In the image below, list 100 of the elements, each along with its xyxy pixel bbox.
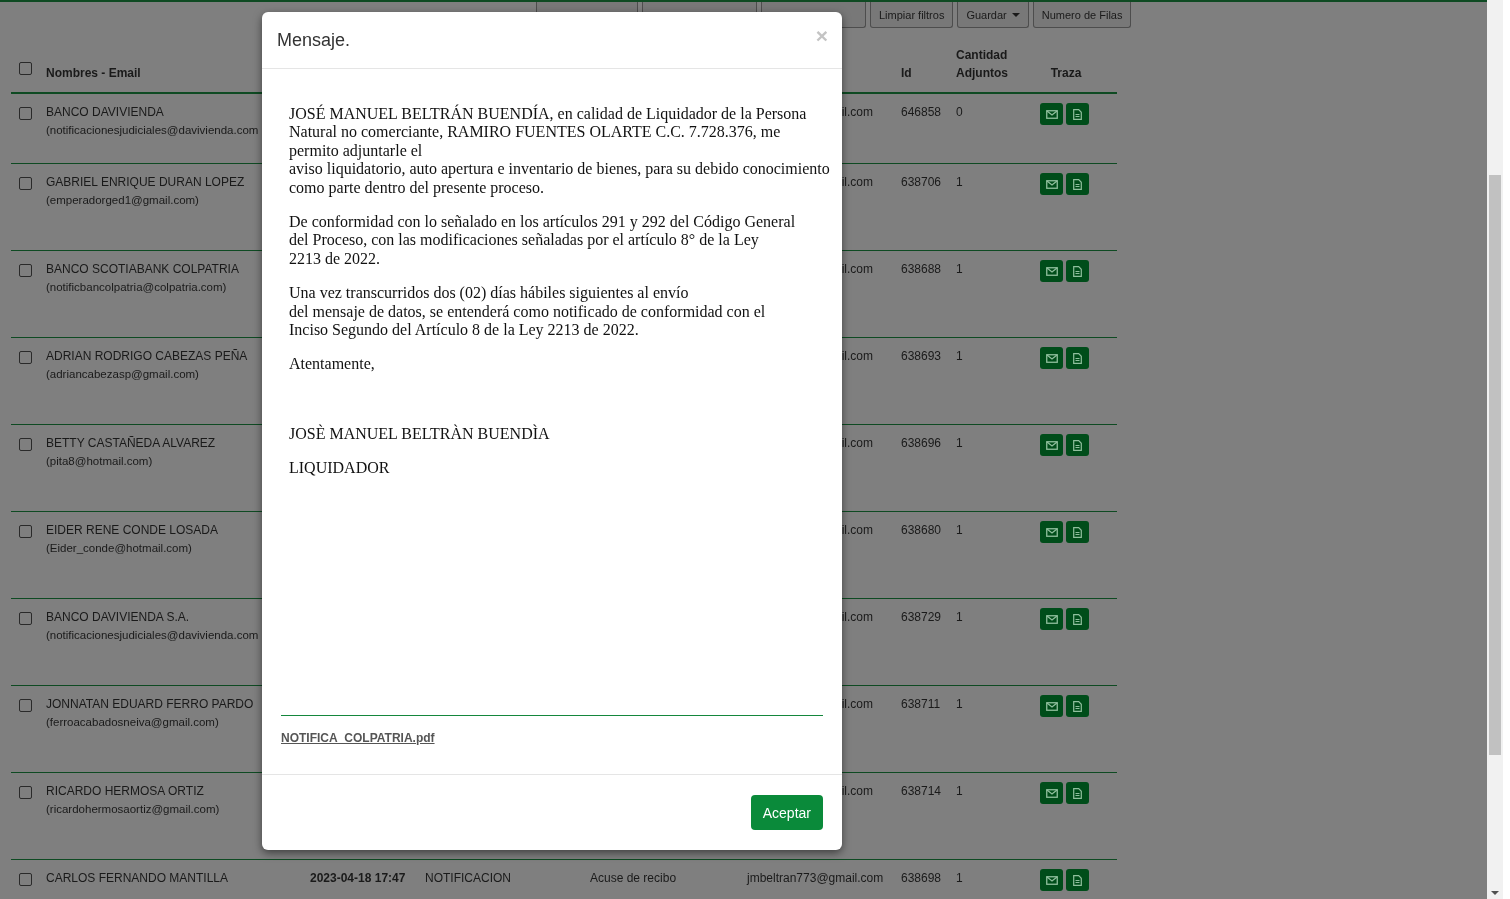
recipient-email: (pita8@hotmail.com)	[46, 455, 153, 467]
status-text: Acuse de recibo	[590, 871, 677, 885]
recipient-email: (notificbancolpatria@colpatria.com)	[46, 281, 227, 293]
checkbox[interactable]	[19, 612, 32, 625]
sender-email: il.com	[841, 784, 873, 798]
id-text: 638680	[901, 523, 942, 537]
recipient-name: CARLOS FERNANDO MANTILLA	[46, 871, 229, 885]
envelope-icon	[1045, 527, 1058, 537]
attachment-count: 1	[956, 523, 963, 537]
envelope-icon	[1045, 440, 1058, 450]
checkbox[interactable]	[19, 62, 32, 75]
envelope-icon	[1045, 266, 1058, 276]
checkbox[interactable]	[19, 438, 32, 451]
id-text: 638714	[901, 784, 942, 798]
document-icon	[1073, 526, 1082, 538]
id-text: 638706	[901, 175, 942, 189]
checkbox[interactable]	[19, 177, 32, 190]
document-trace-button[interactable]	[1066, 695, 1089, 717]
id-text: 638729	[901, 610, 942, 624]
document-trace-button[interactable]	[1066, 782, 1089, 804]
document-trace-button[interactable]	[1066, 260, 1089, 282]
column-header[interactable]: Cantidad Adjuntos	[950, 46, 1015, 92]
scroll-down-icon[interactable]	[1491, 891, 1499, 895]
sender-email: il.com	[841, 175, 873, 189]
document-icon	[1073, 787, 1082, 799]
id-text: 638696	[901, 436, 942, 450]
envelope-icon	[1045, 788, 1058, 798]
sender-email: il.com	[841, 610, 873, 624]
document-icon	[1073, 700, 1082, 712]
checkbox[interactable]	[19, 351, 32, 364]
sender-email: il.com	[841, 105, 873, 119]
accept-button[interactable]: Aceptar	[750, 795, 823, 830]
email-trace-button[interactable]	[1040, 103, 1063, 125]
column-header[interactable]: Traza	[1015, 66, 1117, 92]
dropdown-button[interactable]: Guardar	[957, 2, 1029, 28]
sender-email: il.com	[841, 262, 873, 276]
checkbox[interactable]	[19, 873, 32, 886]
toolbar-button[interactable]: Numero de Filas	[1032, 2, 1132, 28]
document-icon	[1073, 265, 1082, 277]
email-trace-button[interactable]	[1040, 608, 1063, 630]
message-paragraph: JOSÉ MANUEL BELTRÁN BUENDÍA, en calidad de Liquidador de la Persona Natural no comerciante, RAMIRO FUENTES OLARTE C.C. 7.728.376, me permito adjuntarle el aviso liquidatorio, auto apertura e inventario de bienes, para su debido conocimiento como parte dentro del presente proceso.	[289, 105, 831, 198]
recipient-name: BANCO DAVIVIENDA	[46, 105, 164, 119]
email-trace-button[interactable]	[1040, 695, 1063, 717]
sender-email: il.com	[841, 523, 873, 537]
sender-email: il.com	[841, 349, 873, 363]
envelope-icon	[1045, 109, 1058, 119]
sender-email: il.com	[841, 436, 873, 450]
envelope-icon	[1045, 875, 1058, 885]
recipient-email: (Eider_conde@hotmail.com)	[46, 542, 192, 554]
attachment-count: 1	[956, 784, 963, 798]
id-text: 646858	[901, 105, 942, 119]
attachment-count: 1	[956, 349, 963, 363]
column-header[interactable]: Nombres - Email	[46, 66, 141, 80]
document-trace-button[interactable]	[1066, 608, 1089, 630]
message-paragraph: Una vez transcurridos dos (02) días hábiles siguientes al envío del mensaje de datos, se entenderá como notificado de conformidad con el Inciso Segundo del Artículo 8 de la Ley 2213 de 2022.	[289, 284, 767, 340]
recipient-email: (adriancabezasp@gmail.com)	[46, 368, 199, 380]
checkbox[interactable]	[19, 264, 32, 277]
checkbox[interactable]	[19, 525, 32, 538]
email-trace-button[interactable]	[1040, 521, 1063, 543]
attachment-count: 1	[956, 871, 963, 885]
document-trace-button[interactable]	[1066, 434, 1089, 456]
attachment-count: 1	[956, 175, 963, 189]
caret-icon	[1011, 12, 1020, 17]
column-header[interactable]: Id	[895, 66, 950, 92]
recipient-email: (emperadorged1@gmail.com)	[46, 194, 199, 206]
document-trace-button[interactable]	[1066, 521, 1089, 543]
document-icon	[1073, 874, 1082, 886]
email-trace-button[interactable]	[1040, 173, 1063, 195]
checkbox[interactable]	[19, 107, 32, 120]
document-trace-button[interactable]	[1066, 103, 1089, 125]
document-trace-button[interactable]	[1066, 869, 1089, 891]
email-trace-button[interactable]	[1040, 782, 1063, 804]
message-paragraph: Atentamente,	[289, 355, 376, 374]
attachment-link[interactable]: NOTIFICA_COLPATRIA.pdf	[281, 731, 435, 745]
checkbox[interactable]	[19, 699, 32, 712]
envelope-icon	[1045, 353, 1058, 363]
recipient-name: JONNATAN EDUARD FERRO PARDO	[46, 697, 254, 711]
attachment-count: 1	[956, 610, 963, 624]
modal-title: Mensaje.	[277, 29, 351, 51]
checkbox[interactable]	[19, 786, 32, 799]
scrollbar-thumb[interactable]	[1489, 175, 1501, 755]
message-paragraph: De conformidad con lo señalado en los artículos 291 y 292 del Código General del Proceso, con las modificaciones señaladas por el artículo 8° de la Ley 2213 de 2022.	[289, 213, 797, 269]
document-trace-button[interactable]	[1066, 173, 1089, 195]
recipient-email: (ricardohermosaortiz@gmail.com)	[46, 803, 220, 815]
attachment-count: 0	[956, 105, 963, 119]
email-trace-button[interactable]	[1040, 260, 1063, 282]
email-trace-button[interactable]	[1040, 434, 1063, 456]
recipient-name: BANCO SCOTIABANK COLPATRIA	[46, 262, 239, 276]
id-text: 638688	[901, 262, 942, 276]
document-icon	[1073, 108, 1082, 120]
document-icon	[1073, 352, 1082, 364]
recipient-name: ADRIAN RODRIGO CABEZAS PEÑA	[46, 349, 247, 363]
sender-email: il.com	[841, 697, 873, 711]
email-trace-button[interactable]	[1040, 869, 1063, 891]
recipient-name: BETTY CASTAÑEDA ALVAREZ	[46, 436, 216, 450]
document-trace-button[interactable]	[1066, 347, 1089, 369]
id-text: 638711	[901, 697, 941, 711]
toolbar-button[interactable]: Limpiar filtros	[870, 2, 954, 28]
email-trace-button[interactable]	[1040, 347, 1063, 369]
recipient-name: BANCO DAVIVIENDA S.A.	[46, 610, 190, 624]
